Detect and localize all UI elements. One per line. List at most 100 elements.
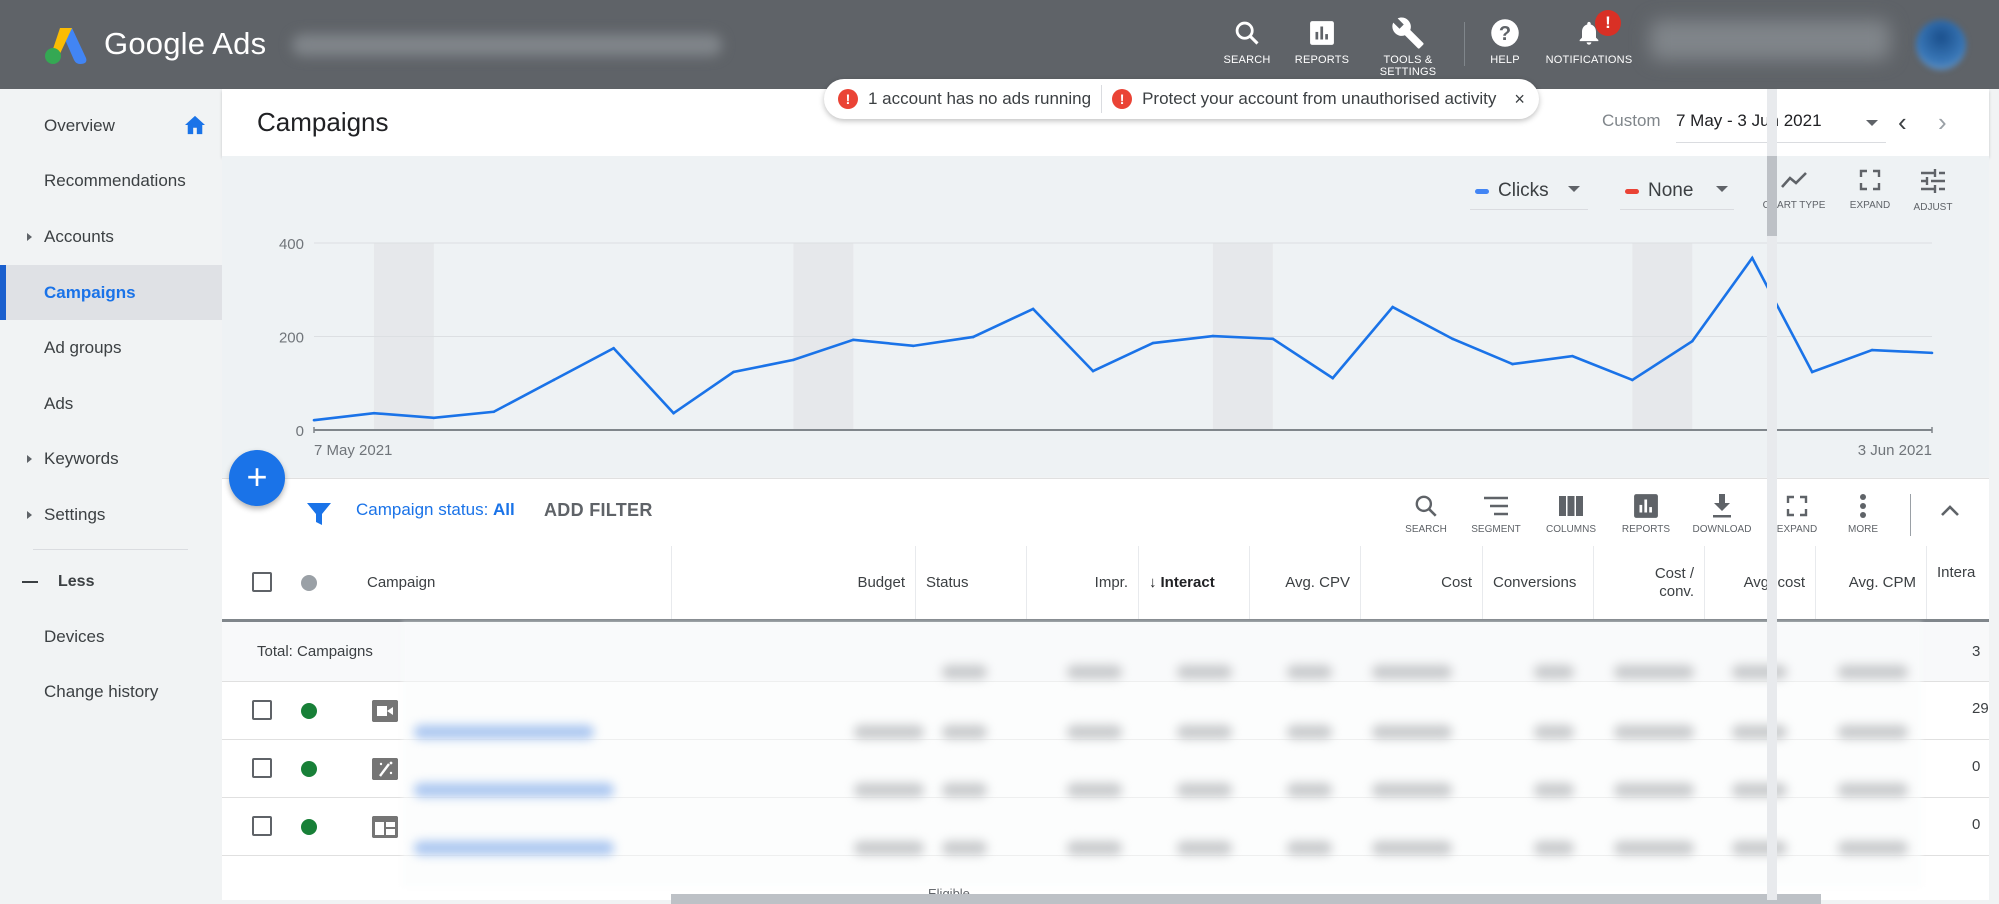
data-point xyxy=(1271,337,1275,341)
redacted-campaign-name[interactable] xyxy=(414,841,614,855)
row-checkbox[interactable] xyxy=(252,758,272,778)
vertical-scroll-thumb[interactable] xyxy=(1767,156,1777,236)
redacted-value xyxy=(1732,841,1787,855)
row-checkbox[interactable] xyxy=(252,816,272,836)
column-header-interactions[interactable]: ↓ Interact xyxy=(1139,546,1250,619)
sidebar-item-change-history[interactable]: Change history xyxy=(0,664,222,719)
status-enabled-dot[interactable] xyxy=(301,761,317,777)
column-label: Interact xyxy=(1160,574,1215,591)
avatar[interactable] xyxy=(1916,20,1966,70)
select-all-checkbox[interactable] xyxy=(252,572,272,592)
table-search-button[interactable]: SEARCH xyxy=(1388,491,1464,535)
redacted-value xyxy=(1067,841,1122,855)
column-header-status[interactable]: Status xyxy=(916,546,1027,619)
data-point xyxy=(1690,339,1694,343)
brand-name[interactable]: Google Ads xyxy=(104,26,266,62)
column-label: Avg. CPV xyxy=(1285,574,1350,591)
data-point xyxy=(312,418,316,422)
column-header-budget[interactable]: Budget xyxy=(672,546,916,619)
video-campaign-icon xyxy=(372,700,398,722)
sidebar-item-accounts[interactable]: Accounts xyxy=(0,209,222,264)
toolbar-divider xyxy=(1910,494,1911,536)
status-enabled-dot[interactable] xyxy=(301,819,317,835)
nav-tools-label: TOOLS & SETTINGS xyxy=(1379,54,1437,78)
download-button[interactable]: DOWNLOAD xyxy=(1684,491,1760,535)
table-reports-button[interactable]: REPORTS xyxy=(1608,491,1684,535)
alert-no-ads-running[interactable]: 1 account has no ads running xyxy=(868,89,1091,109)
user-info-redacted[interactable] xyxy=(1650,20,1890,60)
add-filter-button[interactable]: ADD FILTER xyxy=(544,500,653,521)
nav-notifications-label: NOTIFICATIONS xyxy=(1545,54,1633,66)
column-header-cost[interactable]: Cost xyxy=(1361,546,1483,619)
data-point xyxy=(1930,351,1934,355)
column-header-campaign[interactable]: Campaign xyxy=(222,546,672,619)
svg-text:?: ? xyxy=(1499,23,1511,45)
expand-icon xyxy=(1786,495,1808,517)
sidebar-item-ad-groups[interactable]: Ad groups xyxy=(0,320,222,375)
redacted-campaign-name[interactable] xyxy=(414,783,614,797)
sidebar-item-overview[interactable]: Overview xyxy=(0,98,222,153)
filter-value: All xyxy=(493,500,515,519)
account-name-redacted[interactable] xyxy=(292,34,722,56)
sidebar-item-devices[interactable]: Devices xyxy=(0,609,222,664)
redacted-value xyxy=(854,725,924,739)
filter-icon[interactable] xyxy=(306,502,332,526)
main-content: Campaigns Custom 7 May - 3 Jun 2021 ‹ › … xyxy=(222,79,1989,904)
chevron-up-icon[interactable] xyxy=(1939,501,1961,521)
data-point xyxy=(432,416,436,420)
row-checkbox[interactable] xyxy=(252,700,272,720)
performance-chart-panel: Clicks None CHART TYPE EXPAND ADJUST 0 20… xyxy=(222,156,1989,477)
segment-button[interactable]: SEGMENT xyxy=(1458,491,1534,535)
nav-tools-settings-button[interactable]: TOOLS & SETTINGS xyxy=(1362,16,1454,78)
sidebar-less-toggle[interactable]: Less xyxy=(0,556,222,608)
campaign-status-filter[interactable]: Campaign status: All xyxy=(356,500,515,520)
data-point xyxy=(1151,341,1155,345)
column-header-avg-cpm[interactable]: Avg. CPM xyxy=(1816,546,1927,619)
nav-help-button[interactable]: ? HELP xyxy=(1460,16,1550,66)
status-enabled-dot[interactable] xyxy=(301,703,317,719)
data-point xyxy=(1331,376,1335,380)
column-header-impr[interactable]: Impr. xyxy=(1027,546,1139,619)
redacted-value xyxy=(854,841,924,855)
date-next-button[interactable]: › xyxy=(1938,109,1947,135)
data-point xyxy=(552,378,556,382)
sidebar-item-campaigns[interactable]: Campaigns xyxy=(0,265,222,320)
sidebar-item-recommendations[interactable]: Recommendations xyxy=(0,153,222,208)
error-icon: ! xyxy=(1112,89,1133,109)
column-label: Avg. CPM xyxy=(1848,574,1916,591)
search-icon xyxy=(1415,495,1437,517)
date-prev-button[interactable]: ‹ xyxy=(1898,109,1907,135)
wrench-icon xyxy=(1392,17,1424,49)
sidebar-item-label: Ads xyxy=(44,393,74,413)
column-header-interaction-rate[interactable]: Intera xyxy=(1927,546,1997,619)
redacted-value xyxy=(1372,841,1452,855)
close-icon[interactable]: × xyxy=(1514,89,1525,110)
column-header-avg-cost[interactable]: Avg. cost xyxy=(1705,546,1816,619)
clicks-line-chart[interactable]: 0 200 400 7 May 2021 3 Jun 2021 xyxy=(222,156,1989,477)
sidebar-item-keywords[interactable]: Keywords xyxy=(0,431,222,486)
column-header-avg-cpv[interactable]: Avg. CPV xyxy=(1250,546,1361,619)
column-header-conversions[interactable]: Conversions xyxy=(1483,546,1594,619)
horizontal-scrollbar[interactable] xyxy=(671,894,1821,904)
redacted-value xyxy=(1732,725,1787,739)
nav-reports-button[interactable]: REPORTS xyxy=(1277,16,1367,66)
redacted-value xyxy=(1372,725,1452,739)
alert-protect-account[interactable]: Protect your account from unauthorised a… xyxy=(1142,89,1496,109)
smart-campaign-icon xyxy=(372,758,398,780)
nav-notifications-button[interactable]: ! NOTIFICATIONS xyxy=(1543,10,1635,66)
redacted-value xyxy=(1614,725,1694,739)
column-label: Impr. xyxy=(1094,574,1128,591)
date-range-select[interactable]: 7 May - 3 Jun 2021 xyxy=(1676,105,1886,143)
vertical-scrollbar[interactable] xyxy=(1767,89,1777,900)
sidebar-item-ads[interactable]: Ads xyxy=(0,376,222,431)
more-button[interactable]: MORE xyxy=(1825,491,1901,535)
redacted-value xyxy=(1287,725,1332,739)
notification-badge: ! xyxy=(1595,10,1621,36)
column-header-cost-per-conv[interactable]: Cost / conv. xyxy=(1594,546,1705,619)
columns-button[interactable]: COLUMNS xyxy=(1533,491,1609,535)
create-new-fab-button[interactable]: + xyxy=(229,450,285,506)
redacted-campaign-name[interactable] xyxy=(414,725,594,739)
data-point xyxy=(971,335,975,339)
sidebar-item-settings[interactable]: Settings xyxy=(0,487,222,542)
sidebar-item-label: Keywords xyxy=(44,448,119,468)
